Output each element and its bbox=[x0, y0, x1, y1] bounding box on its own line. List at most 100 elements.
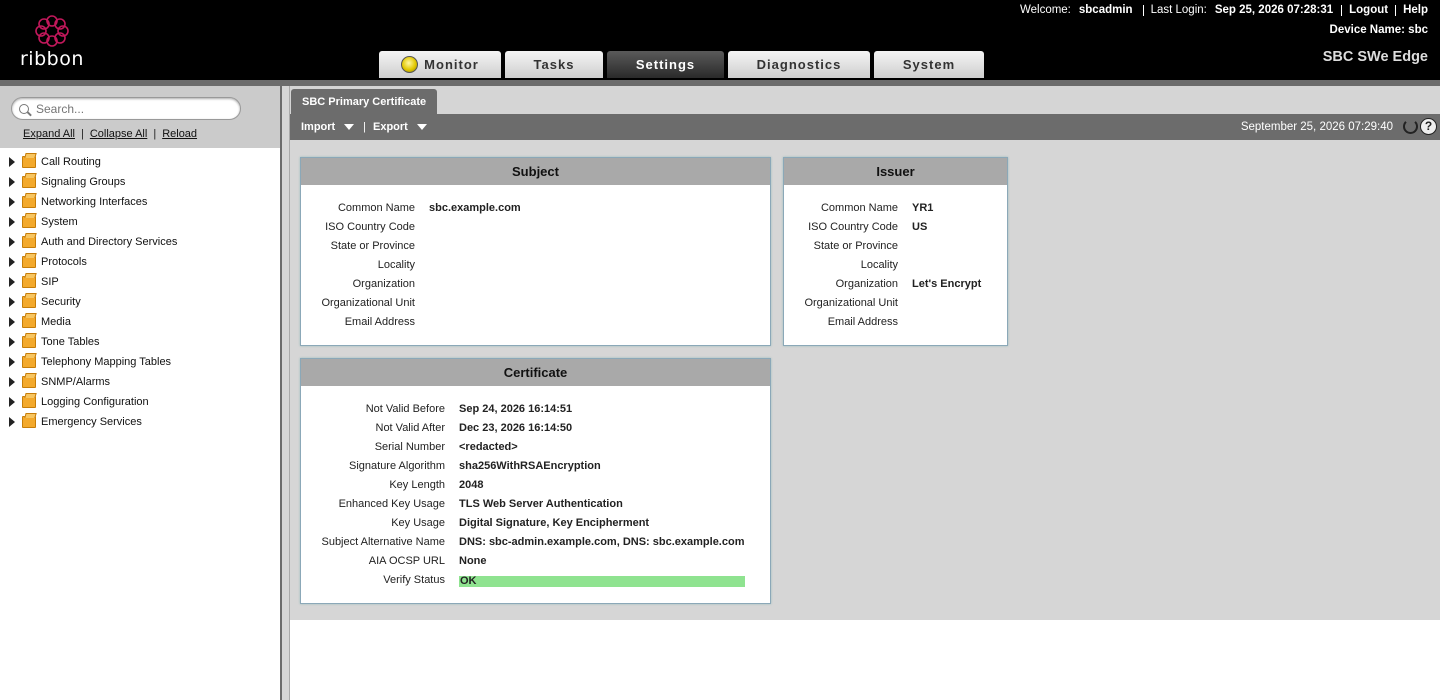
chevron-down-icon bbox=[344, 124, 355, 130]
main-content: SBC Primary Certificate Import | Export … bbox=[290, 86, 1440, 700]
tree-item-label: Protocols bbox=[41, 256, 87, 268]
field-label: Not Valid After bbox=[375, 422, 446, 434]
certificate-title: Certificate bbox=[301, 359, 770, 386]
folder-icon bbox=[22, 416, 36, 428]
help-icon[interactable]: ? bbox=[1420, 118, 1437, 135]
chevron-down-icon bbox=[416, 124, 427, 130]
product-name: SBC SWe Edge bbox=[1322, 49, 1428, 65]
import-menu-button[interactable]: Import bbox=[301, 114, 355, 140]
expand-arrow-icon[interactable] bbox=[9, 317, 15, 327]
expand-arrow-icon[interactable] bbox=[9, 297, 15, 307]
expand-arrow-icon[interactable] bbox=[9, 157, 15, 167]
logout-link[interactable]: Logout bbox=[1349, 4, 1388, 16]
tree-item-label: Signaling Groups bbox=[41, 176, 126, 188]
content-tabbar: SBC Primary Certificate bbox=[290, 86, 1440, 114]
folder-icon bbox=[22, 336, 36, 348]
tree-item-label: SNMP/Alarms bbox=[41, 376, 111, 388]
tree-item[interactable]: Logging Configuration bbox=[0, 392, 280, 412]
tree-item[interactable]: Call Routing bbox=[0, 152, 280, 172]
export-menu-button[interactable]: Export bbox=[373, 114, 427, 140]
tree-item-label: Logging Configuration bbox=[41, 396, 149, 408]
tab-system[interactable]: System bbox=[874, 51, 984, 78]
field-label: Locality bbox=[377, 259, 415, 271]
tree-item[interactable]: Telephony Mapping Tables bbox=[0, 352, 280, 372]
folder-icon bbox=[22, 176, 36, 188]
field-label: Enhanced Key Usage bbox=[338, 498, 445, 510]
tree-item[interactable]: Signaling Groups bbox=[0, 172, 280, 192]
tree-item[interactable]: Media bbox=[0, 312, 280, 332]
search-icon bbox=[19, 104, 29, 114]
field-label: Organization bbox=[835, 278, 898, 290]
expand-arrow-icon[interactable] bbox=[9, 277, 15, 287]
tree-item[interactable]: SIP bbox=[0, 272, 280, 292]
expand-arrow-icon[interactable] bbox=[9, 337, 15, 347]
tab-label: System bbox=[902, 57, 956, 72]
expand-arrow-icon[interactable] bbox=[9, 357, 15, 367]
tree-item[interactable]: Protocols bbox=[0, 252, 280, 272]
tree-item[interactable]: Auth and Directory Services bbox=[0, 232, 280, 252]
device-name-label: Device Name: bbox=[1329, 24, 1405, 36]
tree-item[interactable]: Networking Interfaces bbox=[0, 192, 280, 212]
search-input[interactable] bbox=[36, 100, 236, 117]
status-bulb-icon bbox=[401, 56, 419, 73]
field-label: Serial Number bbox=[374, 441, 445, 453]
expand-arrow-icon[interactable] bbox=[9, 197, 15, 207]
collapse-all-link[interactable]: Collapse All bbox=[90, 128, 147, 140]
help-link[interactable]: Help bbox=[1403, 4, 1428, 16]
tree-item[interactable]: Tone Tables bbox=[0, 332, 280, 352]
expand-all-link[interactable]: Expand All bbox=[23, 128, 75, 140]
tree-item-label: Telephony Mapping Tables bbox=[41, 356, 172, 368]
field-value: None bbox=[459, 555, 487, 567]
welcome-label: Welcome: bbox=[1019, 4, 1071, 16]
field-value: TLS Web Server Authentication bbox=[459, 498, 623, 510]
field-label: Key Length bbox=[389, 479, 445, 491]
expand-arrow-icon[interactable] bbox=[9, 417, 15, 427]
field-value: <redacted> bbox=[459, 441, 518, 453]
refresh-icon[interactable] bbox=[1403, 119, 1418, 134]
field-label: Common Name bbox=[820, 202, 898, 214]
expand-arrow-icon[interactable] bbox=[9, 217, 15, 227]
expand-arrow-icon[interactable] bbox=[9, 397, 15, 407]
tab-diagnostics[interactable]: Diagnostics bbox=[728, 51, 870, 78]
expand-arrow-icon[interactable] bbox=[9, 377, 15, 387]
field-label: AIA OCSP URL bbox=[368, 555, 445, 567]
tree-item[interactable]: System bbox=[0, 212, 280, 232]
tree-item[interactable]: Security bbox=[0, 292, 280, 312]
tree-item-label: SIP bbox=[41, 276, 59, 288]
field-label: ISO Country Code bbox=[808, 221, 898, 233]
field-value: Let's Encrypt bbox=[912, 278, 982, 290]
search-box[interactable] bbox=[11, 97, 241, 120]
field-label: State or Province bbox=[813, 240, 898, 252]
tab-label: Monitor bbox=[424, 57, 479, 72]
tree-item[interactable]: SNMP/Alarms bbox=[0, 372, 280, 392]
content-toolbar: Import | Export September 25, 2026 07:29… bbox=[290, 114, 1440, 140]
expand-arrow-icon[interactable] bbox=[9, 177, 15, 187]
field-label: Email Address bbox=[344, 316, 415, 328]
toolbar-separator: | bbox=[363, 121, 366, 133]
tab-label: Diagnostics bbox=[756, 57, 842, 72]
field-label: ISO Country Code bbox=[325, 221, 415, 233]
expand-arrow-icon[interactable] bbox=[9, 237, 15, 247]
reload-link[interactable]: Reload bbox=[162, 128, 197, 140]
navigation-panel: Expand All | Collapse All | Reload Call … bbox=[0, 86, 280, 700]
last-login-value: Sep 25, 2026 07:28:31 bbox=[1214, 4, 1334, 16]
tree-item-label: Security bbox=[41, 296, 81, 308]
tree-item-label: Emergency Services bbox=[41, 416, 142, 428]
expand-arrow-icon[interactable] bbox=[9, 257, 15, 267]
tab-settings[interactable]: Settings bbox=[607, 51, 724, 78]
field-label: Key Usage bbox=[391, 517, 445, 529]
tab-monitor[interactable]: Monitor bbox=[379, 51, 501, 78]
field-value: DNS: sbc-admin.example.com, DNS: sbc.exa… bbox=[459, 536, 745, 548]
field-label: Locality bbox=[860, 259, 898, 271]
tree-item[interactable]: Emergency Services bbox=[0, 412, 280, 432]
panel-splitter[interactable] bbox=[280, 86, 290, 700]
field-value: 2048 bbox=[459, 479, 484, 491]
field-value: US bbox=[912, 221, 928, 233]
field-label: Email Address bbox=[827, 316, 898, 328]
last-login-label: Last Login: bbox=[1150, 4, 1207, 16]
settings-tree: Call Routing Signaling Groups Networking I… bbox=[0, 152, 280, 432]
tab-label: Tasks bbox=[533, 57, 575, 72]
tab-tasks[interactable]: Tasks bbox=[505, 51, 603, 78]
field-value: sha256WithRSAEncryption bbox=[459, 460, 601, 472]
tab-sbc-primary-certificate[interactable]: SBC Primary Certificate bbox=[291, 89, 438, 114]
